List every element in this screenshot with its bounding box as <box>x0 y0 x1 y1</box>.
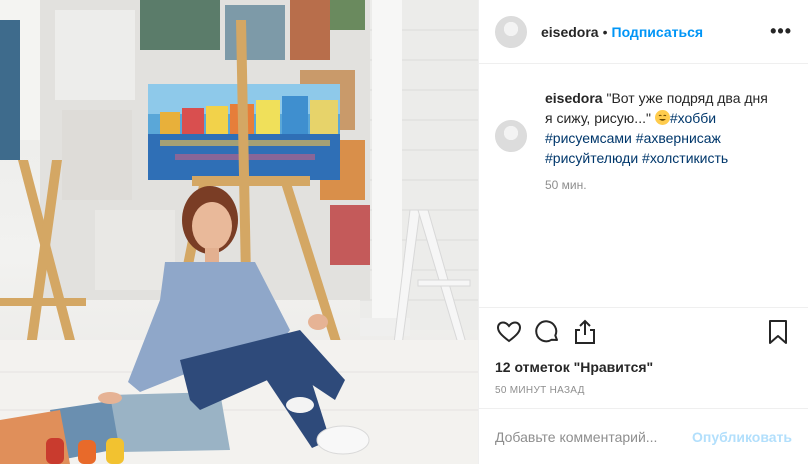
header-username[interactable]: eisedora <box>541 24 599 40</box>
post-image <box>0 0 478 464</box>
more-options-icon[interactable]: ••• <box>770 21 792 42</box>
hashtag-link[interactable]: #рисуйтелюди <box>545 150 638 166</box>
follow-button[interactable]: Подписаться <box>612 24 704 40</box>
hashtag-link[interactable]: #хобби <box>670 110 716 126</box>
caption: eisedora "Вот уже подряд два дня я сижу,… <box>545 88 777 168</box>
publish-button[interactable]: Опубликовать <box>692 429 792 445</box>
hashtag-link[interactable]: #рисуемсами <box>545 130 632 146</box>
hashtag-link[interactable]: #холстикисть <box>642 150 728 166</box>
action-bar <box>479 307 808 355</box>
caption-timestamp: 50 мин. <box>545 178 587 192</box>
add-comment-bar: Добавьте комментарий... Опубликовать <box>479 408 808 464</box>
heart-icon[interactable] <box>495 318 523 346</box>
post-sidebar: eisedora • Подписаться ••• eisedora "Вот… <box>478 0 808 464</box>
caption-username[interactable]: eisedora <box>545 90 603 106</box>
hashtag-link[interactable]: #ахвернисаж <box>636 130 721 146</box>
bookmark-icon[interactable] <box>764 318 792 346</box>
post-timestamp: 50 МИНУТ НАЗАД <box>495 385 585 396</box>
emoji-icon <box>654 110 670 125</box>
caption-row: eisedora "Вот уже подряд два дня я сижу,… <box>495 88 792 168</box>
separator-dot: • <box>602 23 608 40</box>
post-header: eisedora • Подписаться ••• <box>479 0 808 64</box>
caption-avatar[interactable] <box>495 120 527 152</box>
comment-input[interactable]: Добавьте комментарий... <box>495 429 692 445</box>
avatar[interactable] <box>495 15 527 48</box>
comment-icon[interactable] <box>533 318 561 346</box>
share-icon[interactable] <box>571 318 599 346</box>
post-container: eisedora • Подписаться ••• eisedora "Вот… <box>0 0 808 464</box>
comments-section: eisedora "Вот уже подряд два дня я сижу,… <box>479 64 808 301</box>
post-photo[interactable] <box>0 0 478 464</box>
likes-count[interactable]: 12 отметок "Нравится" <box>479 355 808 375</box>
